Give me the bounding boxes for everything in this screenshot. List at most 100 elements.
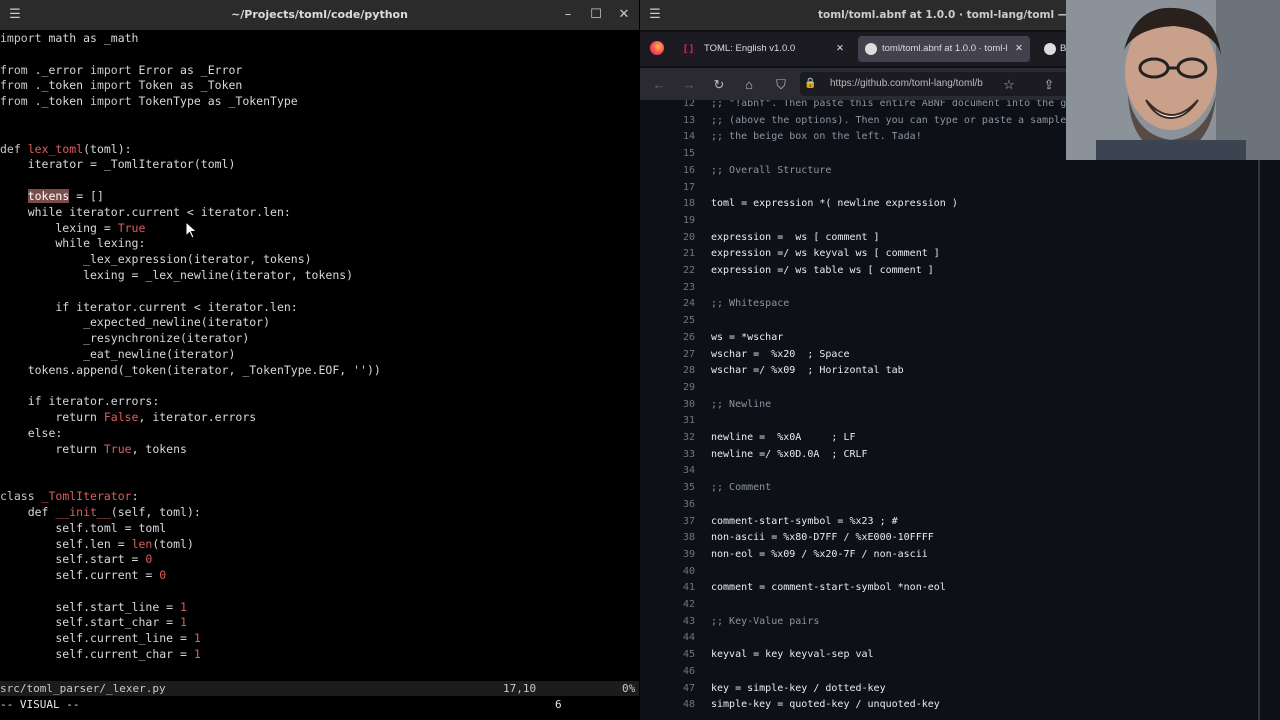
line-number[interactable]: 38 (640, 530, 695, 547)
tab-label: TOML: English v1.0.0 (704, 43, 796, 54)
code-token: , tokens (131, 441, 187, 456)
line-number[interactable]: 22 (640, 263, 695, 280)
abnf-line-text: comment-start-symbol = %x23 ; # (711, 515, 898, 527)
minimize-icon[interactable]: – (559, 6, 577, 24)
line-number[interactable]: 23 (640, 280, 695, 297)
line-number[interactable]: 43 (640, 614, 695, 631)
tab-close-icon[interactable]: ✕ (1015, 36, 1023, 62)
code-token: 0 (145, 552, 153, 567)
save-to-pocket-icon[interactable]: ⇪ (1040, 76, 1058, 94)
back-arrow-icon[interactable]: ← (650, 76, 668, 94)
line-number[interactable]: 31 (640, 413, 695, 430)
code-token: Token as _Token (131, 78, 243, 93)
abnf-line: 48 simple-key = quoted-key / unquoted-key (640, 697, 1260, 714)
mouse-pointer-icon (185, 221, 198, 239)
close-icon[interactable]: ✕ (615, 6, 633, 24)
line-number[interactable]: 18 (640, 196, 695, 213)
presenter-face-image (1066, 0, 1280, 160)
abnf-line: 19 (640, 213, 1260, 230)
scrollbar[interactable] (1258, 160, 1260, 720)
code-line: self.current_char = 1 (0, 647, 639, 663)
tab-toml-english[interactable]: [ ] TOML: English v1.0.0 ✕ (676, 36, 854, 62)
line-number[interactable]: 29 (640, 380, 695, 397)
line-number[interactable]: 47 (640, 681, 695, 698)
abnf-line-text: non-ascii = %x80-D7FF / %xE000-10FFFF (711, 532, 934, 544)
code-token: _expected_newline(iterator) (0, 315, 271, 330)
abnf-file-view[interactable]: 12 ;; "!abnf". Then paste this entire ABN… (640, 100, 1260, 720)
reload-icon[interactable]: ↻ (710, 76, 728, 94)
line-number[interactable]: 12 (640, 100, 695, 113)
code-token: _lex_expression(iterator, tokens) (0, 252, 312, 267)
line-number[interactable]: 19 (640, 213, 695, 230)
code-token: 1 (193, 631, 201, 646)
code-token: 0 (159, 568, 167, 583)
line-number[interactable]: 15 (640, 146, 695, 163)
abnf-line-text: comment = comment-start-symbol *non-eol (711, 582, 946, 594)
line-number[interactable]: 14 (640, 129, 695, 146)
vim-mode: -- VISUAL -- (0, 698, 80, 711)
line-number[interactable]: 44 (640, 630, 695, 647)
abnf-line: 24 ;; Whitespace (640, 296, 1260, 313)
line-number[interactable]: 48 (640, 697, 695, 714)
code-token: True (117, 220, 146, 235)
lock-icon[interactable]: 🔒 (804, 72, 816, 96)
line-number[interactable]: 26 (640, 330, 695, 347)
line-number[interactable]: 16 (640, 163, 695, 180)
tab-close-icon[interactable]: ✕ (836, 36, 844, 62)
code-token: 1 (180, 615, 187, 630)
line-number[interactable]: 40 (640, 564, 695, 581)
code-editor[interactable]: import math as _math from ._error import… (0, 31, 639, 679)
line-number[interactable]: 35 (640, 480, 695, 497)
line-number[interactable]: 25 (640, 313, 695, 330)
line-number[interactable]: 24 (640, 296, 695, 313)
line-number[interactable]: 27 (640, 347, 695, 364)
github-favicon-icon (865, 43, 877, 55)
code-token: TokenType as _TokenType (131, 94, 298, 109)
abnf-line-text: wschar =/ %x09 ; Horizontal tab (711, 365, 904, 377)
hamburger-menu-icon[interactable]: ☰ (646, 6, 664, 24)
vim-modeline: -- VISUAL -- 6 (0, 697, 639, 713)
line-number[interactable]: 34 (640, 463, 695, 480)
line-number[interactable]: 13 (640, 113, 695, 130)
line-number[interactable]: 33 (640, 447, 695, 464)
line-number[interactable]: 39 (640, 547, 695, 564)
abnf-line: 16 ;; Overall Structure (640, 163, 1260, 180)
line-number[interactable]: 17 (640, 180, 695, 197)
firefox-icon[interactable] (650, 41, 664, 55)
terminal-window[interactable]: ☰ ~/Projects/toml/code/python – ☐ ✕ impo… (0, 0, 639, 720)
line-number[interactable]: 45 (640, 647, 695, 664)
bookmark-star-icon[interactable]: ☆ (1000, 76, 1018, 94)
code-line: self.len = len(toml) (0, 537, 639, 553)
line-number[interactable]: 42 (640, 597, 695, 614)
code-line: def lex_toml(toml): (0, 142, 639, 158)
forward-arrow-icon[interactable]: → (680, 76, 698, 94)
line-number[interactable]: 36 (640, 497, 695, 514)
code-token: lex_toml (27, 141, 84, 156)
abnf-line-text: expression =/ ws keyval ws [ comment ] (711, 248, 940, 260)
line-number[interactable]: 37 (640, 514, 695, 531)
line-number[interactable]: 20 (640, 230, 695, 247)
maximize-icon[interactable]: ☐ (587, 6, 605, 24)
abnf-line-text: newline =/ %x0D.0A ; CRLF (711, 448, 868, 460)
abnf-line: 17 (640, 180, 1260, 197)
abnf-line: 47 key = simple-key / dotted-key (640, 681, 1260, 698)
terminal-titlebar: ☰ ~/Projects/toml/code/python – ☐ ✕ (0, 0, 639, 30)
abnf-line: 30 ;; Newline (640, 397, 1260, 414)
code-token: else: (0, 425, 63, 440)
line-number[interactable]: 28 (640, 363, 695, 380)
code-token: from (0, 94, 28, 109)
code-token: tokens.append(_token(iterator, _TokenTyp… (0, 362, 374, 377)
code-line: from ._token import Token as _Token (0, 78, 639, 94)
line-number[interactable]: 30 (640, 397, 695, 414)
line-number[interactable]: 21 (640, 246, 695, 263)
code-line: from ._error import Error as _Error (0, 63, 639, 79)
line-number[interactable]: 32 (640, 430, 695, 447)
vim-statusline: src/toml_parser/_lexer.py 17,10 0% (0, 681, 639, 696)
tab-toml-abnf[interactable]: toml/toml.abnf at 1.0.0 · toml-l ✕ (858, 36, 1030, 62)
line-number[interactable]: 46 (640, 664, 695, 681)
shield-icon[interactable]: ⛉ (772, 76, 790, 94)
home-icon[interactable]: ⌂ (740, 76, 758, 94)
line-number[interactable]: 41 (640, 580, 695, 597)
